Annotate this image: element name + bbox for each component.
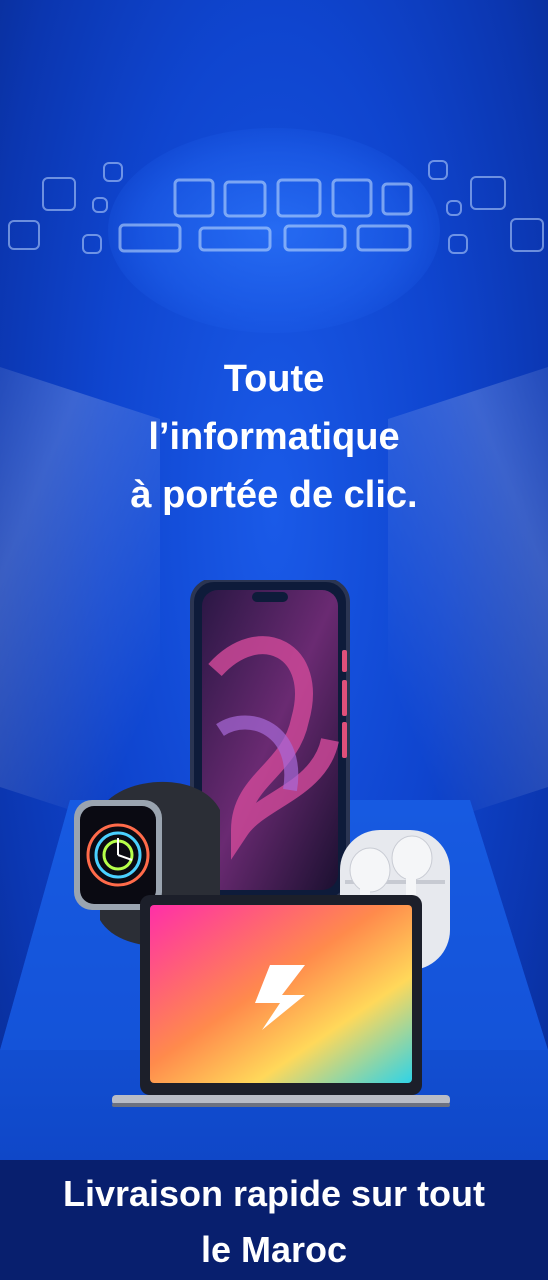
products-illustration (0, 580, 548, 1160)
delivery-text-line-2: le Maroc (200, 1229, 348, 1270)
delivery-banner: Livraison rapide sur tout le Maroc (0, 1160, 548, 1280)
delivery-text-line-1: Livraison rapide sur tout (62, 1173, 486, 1214)
headline: Toute l’informatique à portée de clic. (0, 350, 548, 524)
headline-line-2: l’informatique (148, 416, 400, 458)
headline-line-3: à portée de clic. (130, 474, 418, 516)
headline-line-1: Toute (223, 358, 325, 400)
